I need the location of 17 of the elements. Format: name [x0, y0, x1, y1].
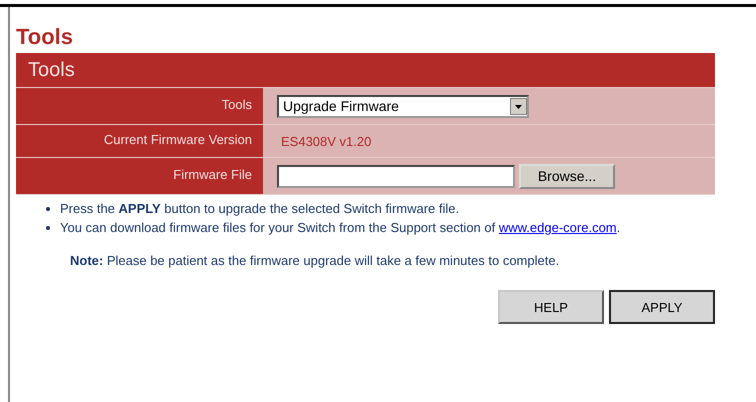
note-text: You can download firmware files for your Switch from the Support section of www.edge-core.com.: [60, 219, 622, 237]
website-link[interactable]: www.edge-core.com: [498, 220, 617, 235]
field-label: Current Firmware Version: [16, 125, 263, 157]
file-path-field[interactable]: [277, 164, 515, 188]
patience-note: Note: Please be patient as the firmware upgrade will take a few minutes to complete.: [69, 252, 560, 268]
tools-dropdown[interactable]: Upgrade Firmware: [277, 94, 529, 118]
panel-header: Tools: [16, 53, 715, 88]
apply-button[interactable]: APPLY: [609, 290, 715, 324]
help-button[interactable]: HELP: [498, 290, 604, 324]
page-title: Tools: [16, 23, 74, 51]
browse-button[interactable]: Browse...: [519, 164, 615, 188]
bullet-icon: [46, 207, 50, 211]
field-label: Tools: [16, 88, 263, 124]
firmware-version: ES4308V v1.20: [280, 134, 372, 148]
field-label: Firmware File: [16, 158, 263, 194]
bullet-icon: [46, 226, 50, 230]
note-text: Press the APPLY button to upgrade the selected Switch firmware file.: [60, 200, 460, 218]
